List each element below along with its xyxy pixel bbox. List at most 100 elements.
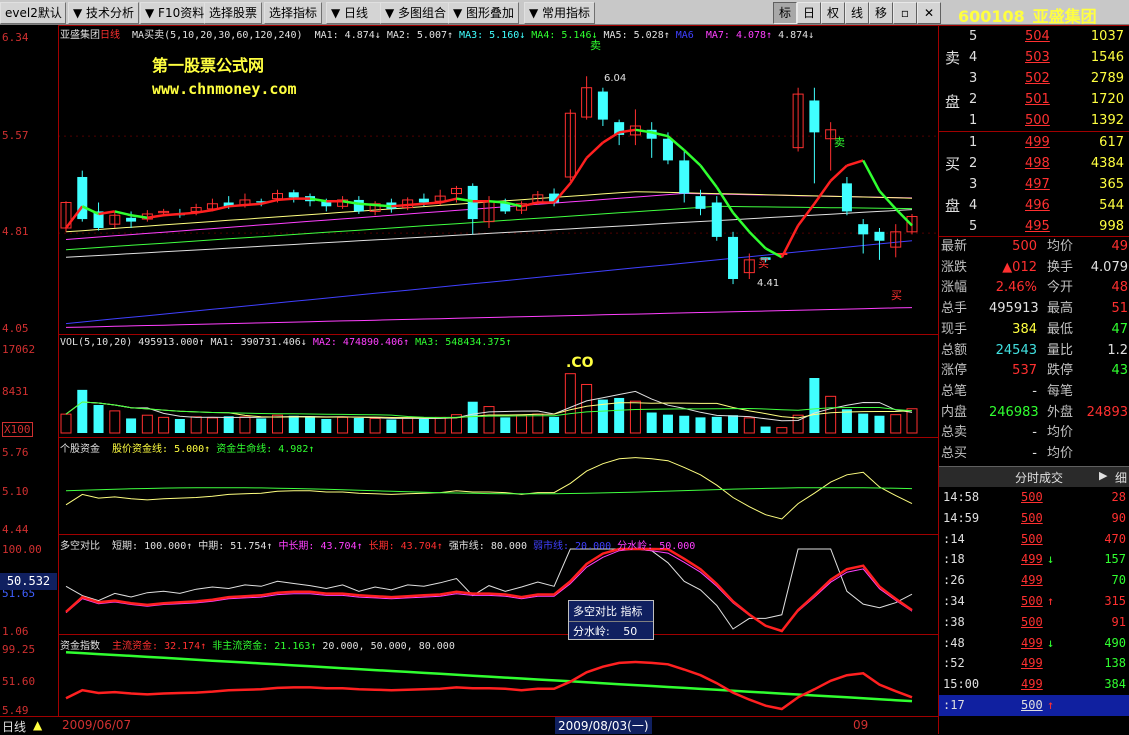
volume-bar — [337, 416, 349, 434]
tick-row[interactable]: :26 499 70 — [939, 570, 1129, 591]
tool-day-button[interactable]: 日 — [797, 2, 821, 24]
zj-y-label: 99.25 — [2, 643, 36, 656]
buy-row[interactable]: 5 495 998 — [939, 216, 1129, 237]
volume-bar — [874, 415, 885, 433]
legend-item: 强市线: 80.000 — [448, 541, 527, 552]
menu-common-indicators[interactable]: ▼ 常用指标 — [524, 2, 596, 24]
quote-row[interactable]: 总卖 - 均价 — [939, 423, 1129, 443]
buy-row[interactable]: 1 499 617 — [939, 132, 1129, 153]
menu-daily[interactable]: ▼ 日线 — [326, 2, 384, 24]
volume-bar — [190, 416, 202, 434]
tick-volume: 70 — [1111, 573, 1126, 588]
quote-label: 量比 — [1047, 342, 1074, 358]
buy-row[interactable]: 3 497 365 — [939, 174, 1129, 195]
sell-row[interactable]: 4 503 1546 — [939, 47, 1129, 68]
quote-row[interactable]: 现手 384 最低 47 — [939, 320, 1129, 340]
buy-signal: 买 — [891, 289, 902, 302]
tick-volume: 28 — [1111, 490, 1126, 504]
buy-row[interactable]: 4 496 544 — [939, 195, 1129, 216]
tick-row[interactable]: :17 500 ↑ — [939, 695, 1129, 716]
quote-row[interactable]: 最新 500 均价 49 — [939, 237, 1129, 257]
tool-mark-button[interactable]: 标 — [773, 2, 797, 24]
volume-bar — [564, 373, 576, 434]
menu-overlay[interactable]: ▼ 图形叠加 — [448, 2, 520, 24]
sell-row[interactable]: 5 504 1037 — [939, 26, 1129, 47]
menu-level2-default[interactable]: evel2默认 — [0, 2, 66, 24]
ob-level: 1 — [969, 113, 978, 128]
period-label[interactable]: 日线 — [2, 718, 26, 735]
menu-select-indicator[interactable]: 选择指标 — [264, 2, 323, 24]
volume-bar — [776, 427, 788, 434]
arrow-right-icon[interactable]: ▶ — [1099, 469, 1107, 482]
ob-level: 4 — [969, 50, 978, 65]
quote-row[interactable]: 总手 495913 最高 51 — [939, 299, 1129, 319]
quote-label: 总卖 — [941, 425, 968, 441]
menu-technical-analysis[interactable]: ▼ 技术分析 — [68, 2, 140, 24]
volume-bar — [239, 416, 251, 434]
quote-row[interactable]: 内盘 246983 外盘 24893 — [939, 403, 1129, 423]
legend-ma-list: MA1: 4.874↓ MA2: 5.007↑ MA3: 5.160↓ MA4: 5.… — [315, 30, 821, 41]
restore-icon[interactable]: ▫ — [893, 2, 917, 24]
ma-signal-segment — [699, 164, 718, 188]
menu-select-stock[interactable]: 选择股票 — [204, 2, 263, 24]
quote-row[interactable]: 涨跌 ▲012 换手 4.079 — [939, 258, 1129, 278]
main-legend: 亚盛集团日线 MA买卖(5,10,20,30,60,120,240) MA1: … — [60, 26, 826, 41]
sell-row[interactable]: 2 501 1720 — [939, 89, 1129, 110]
vol-y-label: 17062 — [2, 343, 36, 356]
quote-value: 495913 — [989, 301, 1039, 317]
tool-rights-button[interactable]: 权 — [821, 2, 845, 24]
quote-row[interactable]: 涨停 537 跌停 43 — [939, 361, 1129, 381]
date-left: 2009/06/07 — [62, 718, 132, 732]
ob-price: 499 — [1025, 135, 1050, 150]
legend-item: 短期: 100.000↑ — [112, 541, 193, 552]
quote-row[interactable]: 涨幅 2.46% 今开 48 — [939, 278, 1129, 298]
tick-row[interactable]: 14:59 500 90 — [939, 508, 1129, 529]
volume-bar — [158, 416, 170, 434]
tick-row[interactable]: :48 499 ↓ 490 — [939, 633, 1129, 654]
tick-volume: 490 — [1104, 635, 1126, 650]
ob-top-border — [939, 25, 1129, 26]
candle-body — [711, 202, 722, 237]
ticks-header-label[interactable]: 分时成交 — [1015, 469, 1063, 486]
legend-item: VOL(5,10,20) 495913.000↑ — [60, 337, 205, 348]
ticks-detail-tab[interactable]: 细 — [1115, 469, 1127, 486]
sell-row[interactable]: 1 500 1392 — [939, 110, 1129, 131]
tick-row[interactable]: 15:00 499 384 — [939, 674, 1129, 695]
quote-row[interactable]: 总买 - 均价 — [939, 444, 1129, 464]
volume-bar — [60, 413, 72, 434]
volume-bar — [174, 418, 185, 433]
quote-row[interactable]: 总额 24543 量比 1.2 — [939, 341, 1129, 361]
buy-row[interactable]: 2 498 4384 — [939, 153, 1129, 174]
tool-move-button[interactable]: 移 — [869, 2, 893, 24]
ma-240-line — [65, 307, 913, 328]
buy-signal: 买 — [758, 257, 769, 270]
tick-row[interactable]: :38 500 91 — [939, 612, 1129, 633]
tick-row[interactable]: :14 500 470 — [939, 529, 1129, 550]
menu-multi-chart[interactable]: ▼ 多图组合 — [380, 2, 452, 24]
quote-row[interactable]: 总笔 - 每笔 — [939, 382, 1129, 402]
ob-divider — [939, 131, 1129, 132]
candle-body — [858, 224, 869, 235]
tick-volume: 384 — [1104, 677, 1126, 692]
tick-row[interactable]: :52 499 138 — [939, 653, 1129, 674]
stock-name: 亚盛集团 — [1032, 7, 1097, 26]
ma-signal-segment — [375, 203, 392, 208]
tool-line-button[interactable]: 线 — [845, 2, 869, 24]
quote-label: 外盘 — [1047, 404, 1074, 420]
tick-row[interactable]: :34 500 ↑ 315 — [939, 591, 1129, 612]
quote-label: 最低 — [1047, 321, 1074, 337]
tick-row[interactable]: 14:58 500 28 — [939, 487, 1129, 508]
chart-svg[interactable] — [0, 25, 938, 716]
quote-label: 内盘 — [941, 404, 968, 420]
ma-signal-segment — [407, 202, 425, 207]
quote-label: 涨停 — [941, 363, 968, 379]
candle-body — [679, 160, 690, 194]
sell-row[interactable]: 3 502 2789 — [939, 68, 1129, 89]
watermark-url: www.chnmoney.com — [152, 80, 297, 98]
chart-area[interactable]: 亚盛集团日线 MA买卖(5,10,20,30,60,120,240) MA1: … — [0, 25, 938, 734]
ob-side-label: 卖 — [945, 49, 961, 67]
close-icon[interactable]: ✕ — [917, 2, 941, 24]
tick-row[interactable]: :18 499 ↓ 157 — [939, 549, 1129, 570]
legend-item: 中期: 51.754↑ — [198, 541, 273, 552]
menu-f10[interactable]: ▼ F10资料 — [140, 2, 210, 24]
